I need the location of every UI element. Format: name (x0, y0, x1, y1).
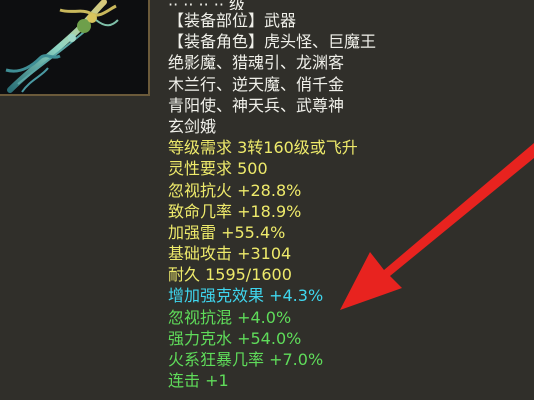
tooltip-line: 强力克水 +54.0% (168, 328, 302, 348)
tooltip-line: 绝影魔、猎魂引、龙渊客 (168, 53, 345, 73)
tooltip-line: 青阳使、神天兵、武尊神 (168, 95, 345, 115)
tooltip-line: 【装备部位】武器 (168, 11, 297, 30)
jade-weapon-icon (5, 0, 119, 93)
tooltip-line: 火系狂暴几率 +7.0% (168, 350, 324, 369)
tooltip-line: 耐久 1595/1600 (168, 265, 292, 285)
tooltip-line: 增加强克效果 +4.3% (168, 286, 324, 306)
tooltip-line: 【装备角色】虎头怪、巨魔王 (168, 32, 377, 52)
tooltip-line: 加强雷 +55.4% (168, 222, 286, 242)
tooltip-text-lines: ·· ·· ·· ·· 级 【装备部位】武器 【装备角色】虎头怪、巨魔王 绝影魔… (168, 0, 528, 391)
tooltip-line: 忽视抗混 +4.0% (168, 307, 292, 327)
tooltip-line: 等级需求 3转160级或飞升 (168, 138, 358, 158)
tooltip-line: 玄剑娥 (168, 116, 217, 136)
item-tooltip: ·· ·· ·· ·· 级 【装备部位】武器 【装备角色】虎头怪、巨魔王 绝影魔… (0, 0, 534, 400)
tooltip-line: 忽视抗火 +28.8% (168, 180, 302, 200)
tooltip-line: 灵性要求 500 (168, 159, 268, 179)
tooltip-line: 基础攻击 +3104 (168, 244, 292, 264)
tooltip-line: 木兰行、逆天魔、俏千金 (168, 74, 345, 94)
item-icon (0, 0, 150, 96)
tooltip-line: 连击 +1 (168, 371, 229, 391)
tooltip-header-partial: ·· ·· ·· ·· 级 (168, 0, 246, 10)
tooltip-line: 致命几率 +18.9% (168, 201, 302, 221)
